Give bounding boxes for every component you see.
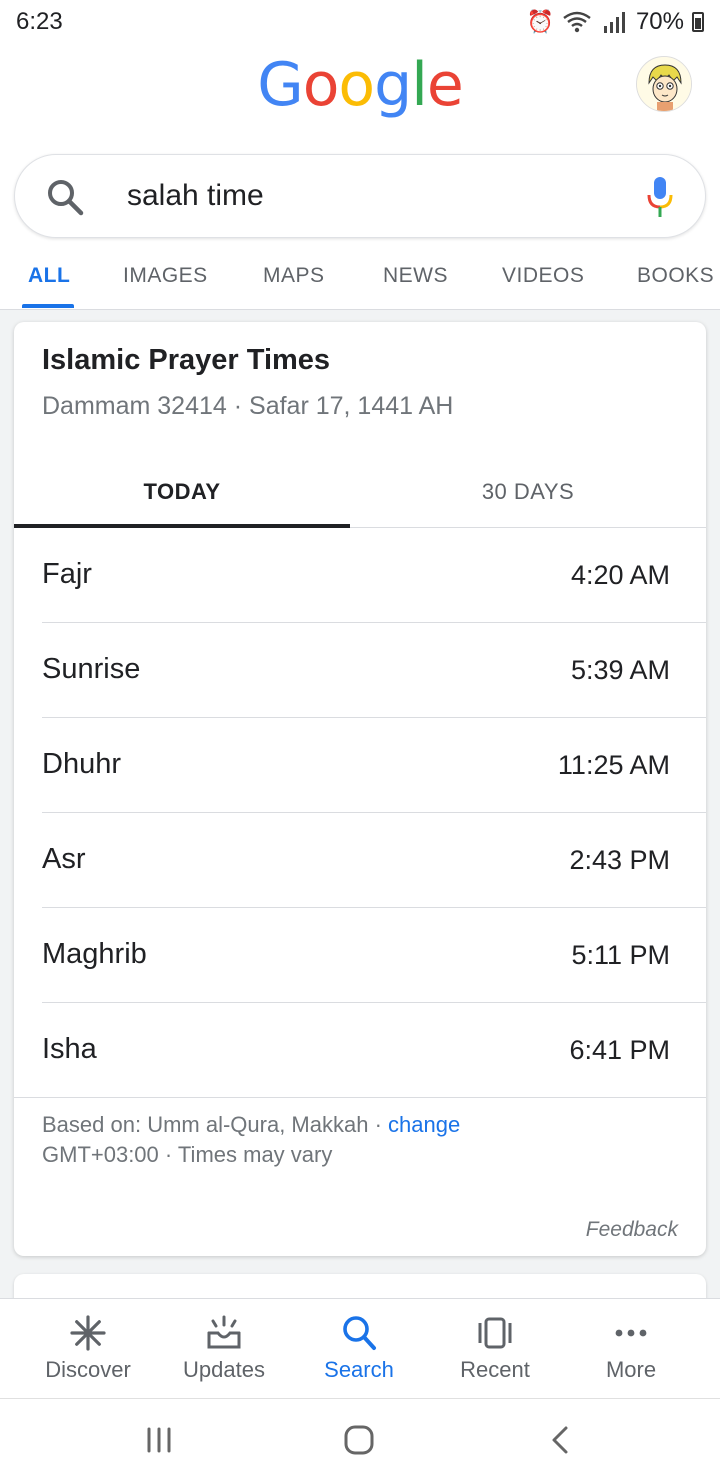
google-logo: Google — [257, 50, 464, 120]
nav-label: Updates — [183, 1357, 265, 1382]
microphone-icon[interactable] — [645, 175, 675, 219]
tab-videos[interactable]: VIDEOS — [502, 264, 584, 288]
prayer-time: 5:11 PM — [571, 940, 670, 970]
tab-all[interactable]: ALL — [28, 264, 70, 288]
nav-label: More — [605, 1357, 657, 1382]
avatar[interactable] — [636, 56, 692, 112]
prayer-time: 2:43 PM — [569, 845, 670, 875]
battery-percent: 70% — [635, 8, 684, 35]
divider — [14, 1097, 706, 1098]
nav-search[interactable]: Search — [291, 1299, 427, 1399]
card-title: Islamic Prayer Times — [42, 344, 331, 376]
search-header: Google salah time ALL IMAGES MAPS NEWS V… — [0, 44, 720, 310]
nav-updates[interactable]: Updates — [156, 1299, 292, 1399]
nav-label: Search — [324, 1357, 394, 1382]
tab-news[interactable]: NEWS — [383, 264, 448, 288]
back-icon[interactable] — [544, 1423, 578, 1457]
prayer-name: Isha — [42, 1033, 97, 1065]
prayer-row-dhuhr: Dhuhr 11:25 AM — [14, 718, 706, 813]
tab-books[interactable]: BOOKS — [637, 264, 714, 288]
prayer-row-maghrib: Maghrib 5:11 PM — [14, 908, 706, 1003]
prayer-name: Maghrib — [42, 938, 147, 970]
alarm-icon: ⏰ — [526, 9, 554, 34]
nav-label: Discover — [45, 1357, 131, 1382]
timezone-note: GMT+03:00 · Times may vary — [42, 1142, 333, 1167]
tab-maps[interactable]: MAPS — [263, 264, 325, 288]
tab-30-days[interactable]: 30 DAYS — [350, 456, 706, 528]
search-box[interactable]: salah time — [14, 154, 706, 238]
prayer-row-fajr: Fajr 4:20 AM — [14, 528, 706, 623]
status-icons: ⏰ 70% — [527, 8, 704, 36]
nav-label: Recent — [460, 1357, 530, 1382]
prayer-time: 4:20 AM — [570, 560, 670, 590]
recent-apps-icon[interactable] — [142, 1423, 176, 1457]
tab-images[interactable]: IMAGES — [123, 264, 208, 288]
status-bar: 6:23 ⏰ 70% — [0, 0, 720, 44]
system-nav-bar — [0, 1398, 720, 1480]
prayer-row-asr: Asr 2:43 PM — [14, 813, 706, 908]
inbox-icon — [207, 1315, 241, 1349]
battery-icon — [692, 12, 704, 32]
based-on-text: Based on: Umm al-Qura, Makkah · — [42, 1112, 389, 1137]
prayer-name: Asr — [42, 843, 86, 875]
card-subtitle: Dammam 32414 · Safar 17, 1441 AH — [42, 392, 454, 420]
prayer-time: 11:25 AM — [557, 750, 670, 780]
nav-discover[interactable]: Discover — [20, 1299, 156, 1399]
nav-more[interactable]: More — [563, 1299, 699, 1399]
home-icon[interactable] — [342, 1423, 376, 1457]
avatar-image — [637, 57, 691, 111]
prayer-times-card: Islamic Prayer Times Dammam 32414 · Safa… — [14, 322, 706, 1256]
feedback-link[interactable]: Feedback — [586, 1218, 678, 1242]
asterisk-icon — [70, 1315, 106, 1351]
card-footnote: Based on: Umm al-Qura, Makkah · change G… — [42, 1110, 460, 1170]
active-tab-indicator — [22, 304, 74, 308]
prayer-name: Sunrise — [42, 653, 141, 685]
search-icon — [343, 1316, 376, 1350]
signal-icon — [603, 12, 625, 33]
prayer-time: 6:41 PM — [569, 1035, 670, 1065]
more-dots-icon — [615, 1329, 647, 1337]
nav-recent[interactable]: Recent — [427, 1299, 563, 1399]
status-time: 6:23 — [16, 8, 63, 35]
prayer-name: Fajr — [42, 558, 92, 590]
prayer-row-sunrise: Sunrise 5:39 AM — [14, 623, 706, 718]
prayer-list: Fajr 4:20 AM Sunrise 5:39 AM Dhuhr 11:25… — [14, 528, 706, 1098]
search-icon[interactable] — [45, 177, 85, 217]
tab-today[interactable]: TODAY — [14, 456, 350, 528]
search-tabs: ALL IMAGES MAPS NEWS VIDEOS BOOKS — [0, 252, 720, 310]
wifi-icon — [563, 11, 591, 33]
prayer-row-isha: Isha 6:41 PM — [14, 1003, 706, 1098]
card-tabs: TODAY 30 DAYS — [14, 456, 706, 528]
bottom-nav: Discover Updates Search Recent More — [0, 1298, 720, 1398]
prayer-time: 5:39 AM — [570, 655, 670, 685]
recent-cards-icon — [478, 1317, 512, 1349]
change-link[interactable]: change — [388, 1112, 460, 1137]
prayer-name: Dhuhr — [42, 748, 121, 780]
search-input[interactable]: salah time — [127, 179, 264, 213]
